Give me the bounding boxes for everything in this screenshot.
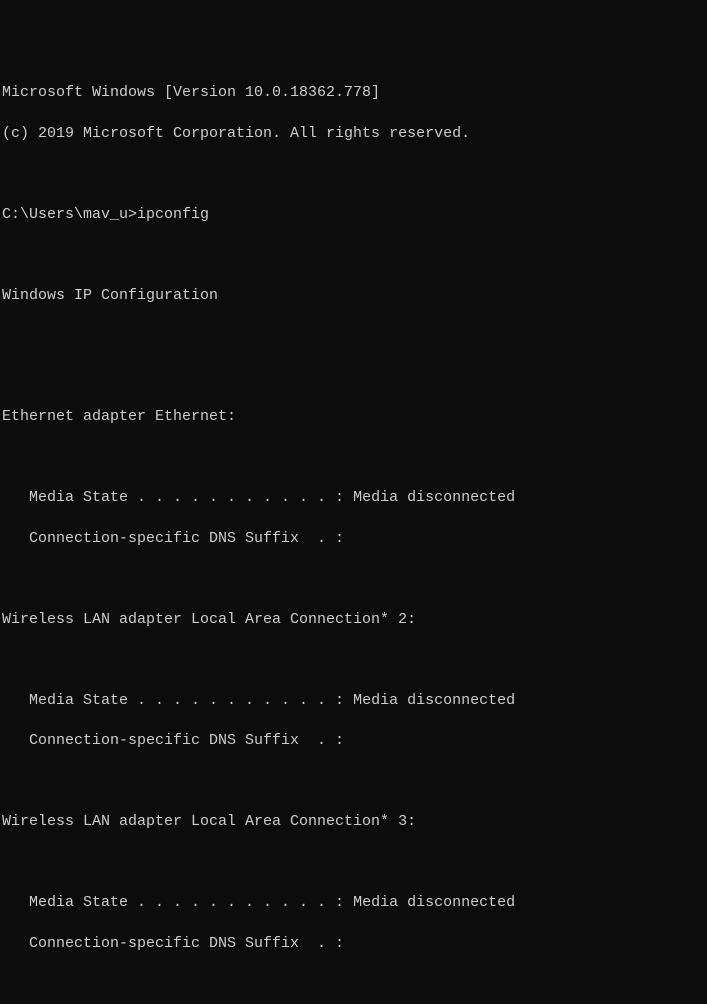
blank-line [2, 164, 705, 184]
blank-line [2, 772, 705, 792]
blank-line [2, 326, 705, 346]
dns-suffix-label: Connection-specific DNS Suffix . : [2, 935, 344, 952]
blank-line [2, 650, 705, 670]
dns-suffix-label: Connection-specific DNS Suffix . : [2, 530, 344, 547]
blank-line [2, 367, 705, 387]
prompt-line[interactable]: C:\Users\mav_u>ipconfig [2, 205, 705, 225]
dns-suffix-label: Connection-specific DNS Suffix . : [2, 732, 344, 749]
media-state-value: Media disconnected [353, 894, 515, 911]
media-state-value: Media disconnected [353, 489, 515, 506]
media-state-label: Media State . . . . . . . . . . . : [2, 894, 353, 911]
adapter-header: Wireless LAN adapter Local Area Connecti… [2, 812, 705, 832]
media-state-value: Media disconnected [353, 692, 515, 709]
adapter-media-state: Media State . . . . . . . . . . . : Medi… [2, 893, 705, 913]
prompt-path: C:\Users\mav_u> [2, 206, 137, 223]
adapter-dns-suffix: Connection-specific DNS Suffix . : [2, 731, 705, 751]
entered-command: ipconfig [137, 206, 209, 223]
blank-line [2, 569, 705, 589]
adapter-dns-suffix: Connection-specific DNS Suffix . : [2, 529, 705, 549]
adapter-dns-suffix: Connection-specific DNS Suffix . : [2, 934, 705, 954]
blank-line [2, 974, 705, 994]
adapter-header: Ethernet adapter Ethernet: [2, 407, 705, 427]
blank-line [2, 245, 705, 265]
media-state-label: Media State . . . . . . . . . . . : [2, 692, 353, 709]
ipconfig-title: Windows IP Configuration [2, 286, 705, 306]
media-state-label: Media State . . . . . . . . . . . : [2, 489, 353, 506]
blank-line [2, 448, 705, 468]
copyright-line: (c) 2019 Microsoft Corporation. All righ… [2, 124, 705, 144]
blank-line [2, 853, 705, 873]
version-line: Microsoft Windows [Version 10.0.18362.77… [2, 83, 705, 103]
adapter-header: Wireless LAN adapter Local Area Connecti… [2, 610, 705, 630]
adapter-media-state: Media State . . . . . . . . . . . : Medi… [2, 488, 705, 508]
adapter-media-state: Media State . . . . . . . . . . . : Medi… [2, 691, 705, 711]
